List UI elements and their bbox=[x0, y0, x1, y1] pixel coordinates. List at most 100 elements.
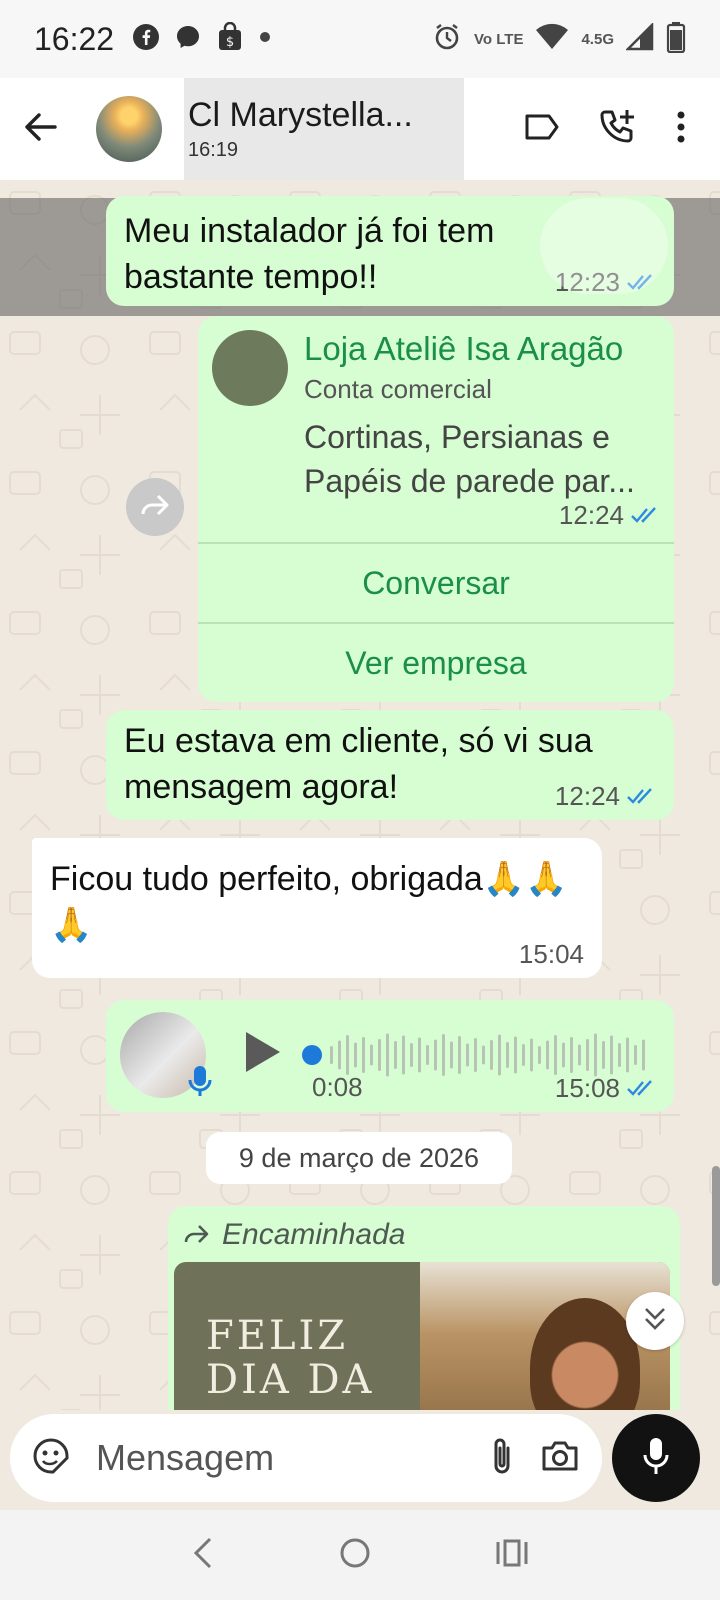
messenger-icon bbox=[174, 23, 202, 56]
waveform-bar bbox=[362, 1037, 365, 1073]
image-caption-text: FELIZ DIA DA bbox=[206, 1313, 375, 1403]
waveform-bar bbox=[410, 1043, 413, 1067]
last-seen: 16:19 bbox=[188, 139, 239, 161]
forwarded-label: Encaminhada bbox=[222, 1218, 406, 1251]
waveform-bar bbox=[530, 1038, 533, 1072]
message-overlay-circle bbox=[540, 198, 668, 294]
waveform-bar bbox=[538, 1046, 541, 1064]
date-separator: 9 de março de 2026 bbox=[206, 1132, 512, 1184]
status-bar: 16:22 $ Vo LTE 4.5G bbox=[0, 0, 720, 78]
message-bubble-outgoing[interactable]: Eu estava em cliente, só vi sua mensagem… bbox=[106, 710, 674, 820]
waveform-bar bbox=[610, 1035, 613, 1075]
scroll-to-bottom-button[interactable] bbox=[626, 1292, 684, 1350]
status-time: 16:22 bbox=[34, 20, 115, 57]
voice-duration: 0:08 bbox=[312, 1072, 363, 1102]
mic-icon bbox=[188, 1064, 212, 1103]
waveform-bar bbox=[474, 1038, 477, 1072]
message-input[interactable]: Mensagem bbox=[96, 1437, 464, 1479]
message-time: 15:04 bbox=[518, 939, 584, 969]
add-call-icon[interactable] bbox=[598, 107, 638, 152]
waveform-bar bbox=[466, 1043, 469, 1067]
waveform-bar bbox=[386, 1033, 389, 1077]
message-input-container: Mensagem bbox=[10, 1414, 602, 1502]
waveform-bar bbox=[346, 1035, 349, 1075]
forwarded-image[interactable]: FELIZ DIA DA bbox=[174, 1262, 670, 1410]
waveform-bar bbox=[370, 1044, 373, 1066]
waveform-bar bbox=[618, 1043, 621, 1067]
waveform-bar bbox=[570, 1037, 573, 1073]
more-vert-icon[interactable] bbox=[676, 110, 686, 149]
message-time: 12:24 bbox=[558, 500, 624, 530]
contact-name: Cl Marystella... bbox=[188, 96, 413, 134]
signal-icon bbox=[624, 21, 654, 56]
voice-message[interactable]: 0:08 15:08 bbox=[106, 1000, 674, 1112]
waveform-bar bbox=[482, 1045, 485, 1065]
waveform-bar bbox=[562, 1042, 565, 1068]
business-name: Loja Ateliê Isa Aragão bbox=[304, 330, 624, 367]
waveform-bar bbox=[434, 1039, 437, 1071]
chat-area[interactable]: Meu instalador já foi tem bastante tempo… bbox=[0, 180, 720, 1410]
waveform-bar bbox=[642, 1039, 645, 1071]
system-nav-bar bbox=[0, 1510, 720, 1600]
forward-icon bbox=[140, 493, 170, 522]
voice-record-button[interactable] bbox=[612, 1414, 700, 1502]
shopping-bag-icon: $ bbox=[216, 21, 244, 57]
message-text: Meu instalador já foi tem bastante tempo… bbox=[124, 212, 495, 296]
waveform-bar bbox=[514, 1036, 517, 1074]
scrollbar[interactable] bbox=[712, 1166, 720, 1286]
forwarded-icon bbox=[182, 1218, 210, 1252]
waveform-bar bbox=[626, 1037, 629, 1073]
chat-with-business-button[interactable]: Conversar bbox=[198, 542, 674, 622]
waveform-bar bbox=[394, 1041, 397, 1069]
business-description: Cortinas, Persianas e Papéis de parede p… bbox=[304, 419, 635, 499]
waveform-bar bbox=[594, 1033, 597, 1077]
dot-icon bbox=[258, 30, 272, 49]
attach-icon[interactable] bbox=[490, 1436, 514, 1481]
waveform-bar bbox=[402, 1035, 405, 1075]
play-icon[interactable] bbox=[242, 1030, 282, 1079]
back-arrow-icon bbox=[23, 112, 57, 147]
business-account-type: Conta comercial bbox=[304, 374, 492, 404]
waveform-bar bbox=[498, 1034, 501, 1076]
read-ticks-icon bbox=[630, 500, 660, 531]
waveform-bar bbox=[490, 1040, 493, 1070]
label-icon[interactable] bbox=[524, 112, 560, 147]
waveform-bar bbox=[578, 1044, 581, 1066]
view-business-button[interactable]: Ver empresa bbox=[198, 622, 674, 702]
battery-icon bbox=[666, 21, 686, 58]
forwarded-image-message[interactable]: Encaminhada FELIZ DIA DA bbox=[168, 1206, 680, 1410]
mic-icon bbox=[642, 1436, 670, 1481]
nav-recents-icon[interactable] bbox=[495, 1538, 529, 1573]
waveform-bar bbox=[522, 1044, 525, 1066]
sticker-icon[interactable] bbox=[32, 1437, 70, 1480]
waveform-bar bbox=[354, 1042, 357, 1068]
waveform-bar bbox=[450, 1041, 453, 1069]
business-logo bbox=[212, 330, 288, 406]
playback-position-dot[interactable] bbox=[302, 1045, 322, 1065]
wifi-icon bbox=[535, 23, 569, 56]
nav-home-icon[interactable] bbox=[338, 1536, 372, 1575]
message-time: 15:08 bbox=[554, 1073, 620, 1103]
volte-label: Vo LTE bbox=[474, 30, 524, 48]
message-time: 12:24 bbox=[554, 781, 620, 811]
message-bubble-incoming[interactable]: Ficou tudo perfeito, obrigada🙏🙏🙏 15:04 bbox=[32, 838, 602, 978]
waveform-bar bbox=[330, 1046, 333, 1064]
alarm-icon bbox=[432, 22, 462, 57]
contact-avatar[interactable] bbox=[96, 96, 162, 162]
read-ticks-icon bbox=[626, 781, 656, 812]
waveform-bar bbox=[546, 1040, 549, 1070]
waveform-bar bbox=[338, 1040, 341, 1070]
nav-back-icon[interactable] bbox=[191, 1536, 215, 1575]
chat-header: Cl Marystella... 16:19 bbox=[0, 78, 720, 180]
read-ticks-icon bbox=[626, 1073, 656, 1104]
waveform-bar bbox=[506, 1042, 509, 1068]
forward-button[interactable] bbox=[126, 478, 184, 536]
back-button[interactable] bbox=[0, 78, 80, 180]
camera-icon[interactable] bbox=[540, 1439, 580, 1478]
waveform-bar bbox=[378, 1039, 381, 1071]
contact-info[interactable]: Cl Marystella... 16:19 bbox=[184, 78, 464, 180]
business-card-message[interactable]: Loja Ateliê Isa Aragão Conta comercial C… bbox=[198, 316, 674, 702]
waveform-bar bbox=[634, 1045, 637, 1065]
facebook-icon bbox=[132, 23, 160, 56]
composer: Mensagem bbox=[0, 1410, 720, 1510]
